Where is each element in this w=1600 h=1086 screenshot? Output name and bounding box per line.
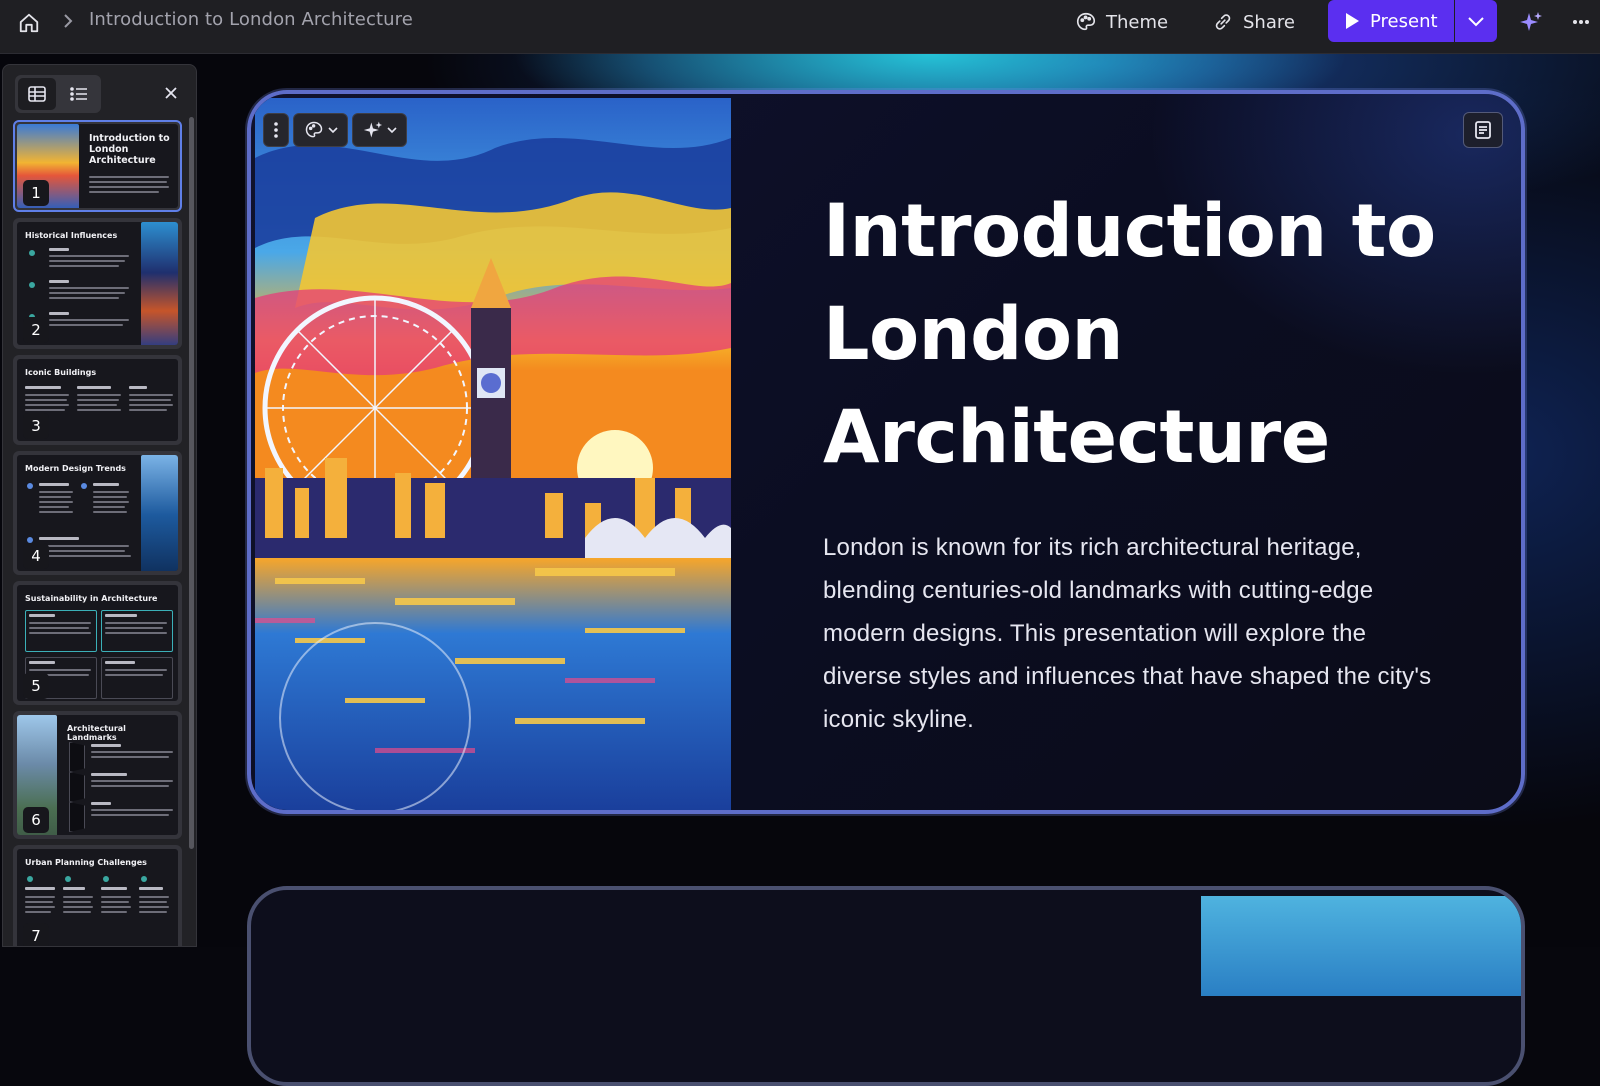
slide-style-button[interactable] [293, 113, 348, 147]
link-icon [1215, 14, 1231, 30]
list-view-icon [70, 87, 87, 101]
slide-panel-scrollbar[interactable] [189, 117, 194, 849]
thumbnail-number: 1 [23, 180, 49, 206]
grid-view-button[interactable] [18, 78, 56, 110]
slide-thumbnail[interactable]: Introduction to London Architecture 1 [13, 120, 182, 212]
home-button[interactable] [14, 8, 44, 38]
sparkle-icon [363, 121, 382, 138]
present-label: Present [1370, 10, 1438, 32]
share-button[interactable]: Share [1212, 6, 1295, 38]
chevron-down-icon [1468, 17, 1484, 27]
close-panel-button[interactable] [159, 81, 183, 105]
more-icon [1573, 20, 1589, 24]
theme-button[interactable]: Theme [1075, 6, 1168, 38]
slide-menu-button[interactable] [263, 113, 289, 147]
thumbnail-title: Modern Design Trends [25, 464, 126, 473]
thumbnail-number: 7 [23, 923, 49, 946]
slide-thumbnail[interactable]: Urban Planning Challenges 7 [13, 845, 182, 946]
notes-icon [1475, 121, 1491, 139]
top-bar: Introduction to London Architecture Them… [0, 0, 1600, 54]
thumbnail-number: 2 [23, 317, 49, 343]
thumbnail-title: Urban Planning Challenges [25, 858, 147, 867]
share-label: Share [1243, 11, 1295, 33]
palette-icon [305, 121, 322, 138]
present-button[interactable]: Present [1328, 0, 1454, 42]
list-view-button[interactable] [60, 78, 98, 110]
thumbnail-title: Sustainability in Architecture [25, 594, 158, 603]
thumbnail-image [141, 455, 178, 571]
palette-icon [1076, 12, 1096, 31]
home-icon [19, 13, 39, 33]
thumbnail-number: 5 [23, 673, 49, 699]
present-options-button[interactable] [1455, 0, 1497, 42]
thumbnail-title: Iconic Buildings [25, 368, 97, 377]
slide-thumbnail[interactable]: Architectural Landmarks 6 [13, 711, 182, 839]
slide-ai-button[interactable] [352, 113, 407, 147]
slide-toolbar [263, 113, 407, 147]
thumbnail-number: 4 [23, 543, 49, 569]
speaker-notes-button[interactable] [1463, 112, 1503, 148]
slide-1[interactable]: Introduction to London Architecture Lond… [247, 90, 1525, 814]
thumbnail-item [49, 248, 69, 251]
slide-2[interactable] [247, 886, 1525, 1086]
ai-assistant-button[interactable] [1516, 8, 1546, 36]
chevron-right-icon [60, 10, 76, 32]
sparkle-icon [1520, 12, 1542, 31]
grid-view-icon [28, 86, 46, 102]
thumbnail-title: Introduction to London Architecture [89, 133, 170, 166]
slide-panel: Introduction to London Architecture 1 Hi… [2, 64, 197, 947]
play-icon [1346, 13, 1359, 29]
view-toggle [15, 75, 101, 113]
more-menu-button[interactable] [1568, 8, 1594, 36]
slide-title[interactable]: Introduction to London Architecture [823, 180, 1463, 489]
close-icon [165, 87, 177, 99]
slide-image-london[interactable] [255, 98, 731, 810]
thumbnail-number: 6 [23, 807, 49, 833]
slide-thumbnail[interactable]: Historical Influences 2 [13, 218, 182, 349]
slide-thumbnail[interactable]: Modern Design Trends 4 [13, 451, 182, 575]
slide-2-image [1201, 896, 1521, 996]
slide-body-text[interactable]: London is known for its rich architectur… [823, 526, 1443, 741]
thumbnail-title: Historical Influences [25, 231, 118, 240]
chevron-down-icon [386, 126, 397, 133]
thumbnail-number: 3 [23, 413, 49, 439]
theme-label: Theme [1106, 11, 1169, 33]
kebab-icon [274, 122, 278, 138]
slide-thumbnail[interactable]: Iconic Buildings 3 [13, 355, 182, 445]
thumbnail-title: Architectural Landmarks [67, 724, 126, 743]
chevron-down-icon [327, 126, 338, 133]
thumbnail-image [141, 222, 178, 345]
breadcrumb-title[interactable]: Introduction to London Architecture [89, 9, 413, 30]
slide-thumbnail[interactable]: Sustainability in Architecture 5 [13, 581, 182, 705]
